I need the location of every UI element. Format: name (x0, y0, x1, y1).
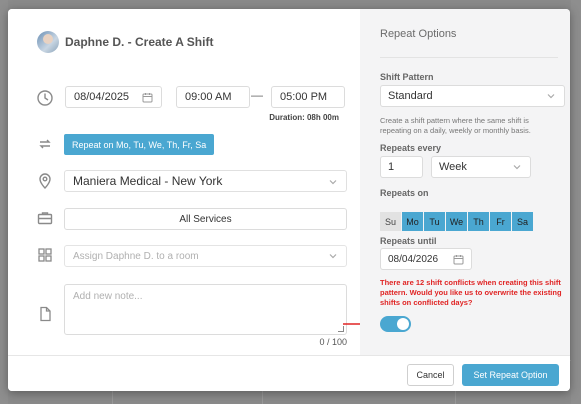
room-placeholder: Assign Daphne D. to a room (73, 250, 199, 262)
avatar (37, 31, 59, 53)
time-separator: — (251, 88, 263, 102)
day-toggle-tu[interactable]: Tu (424, 212, 445, 231)
file-icon (36, 305, 54, 323)
shift-pattern-value: Standard (388, 90, 433, 102)
shift-pattern-label: Shift Pattern (380, 72, 434, 82)
shift-form-panel: Daphne D. - Create A Shift 08/04/2025 09… (8, 9, 379, 355)
chevron-down-icon (512, 162, 522, 172)
repeats-every-unit-value: Week (439, 161, 467, 173)
day-toggle-mo[interactable]: Mo (402, 212, 423, 231)
chevron-down-icon (546, 91, 556, 101)
repeat-icon (36, 135, 54, 153)
chevron-down-icon (328, 176, 338, 186)
shift-pattern-help: Create a shift pattern where the same sh… (380, 116, 531, 135)
cancel-button[interactable]: Cancel (407, 364, 454, 386)
repeat-options-panel: Repeat Options Shift Pattern Standard Cr… (360, 9, 570, 355)
repeats-on-days: Su Mo Tu We Th Fr Sa (380, 212, 533, 231)
repeats-every-unit-select[interactable]: Week (431, 156, 531, 178)
end-time-value: 05:00 PM (280, 91, 328, 103)
repeats-on-label: Repeats on (380, 188, 429, 198)
shift-date-input[interactable]: 08/04/2025 (65, 86, 162, 108)
set-repeat-option-button[interactable]: Set Repeat Option (462, 364, 559, 386)
day-toggle-we[interactable]: We (446, 212, 467, 231)
background-right-edge (571, 0, 581, 404)
calendar-icon (142, 92, 153, 103)
clock-icon (36, 89, 54, 107)
divider (380, 57, 558, 58)
room-select[interactable]: Assign Daphne D. to a room (64, 245, 347, 267)
day-toggle-su[interactable]: Su (380, 212, 401, 231)
services-select[interactable]: All Services (64, 208, 347, 230)
duration-text: Duration: 08h 00m (269, 113, 339, 122)
briefcase-icon (36, 209, 54, 227)
repeats-until-value: 08/04/2026 (388, 253, 439, 265)
grid-icon (36, 246, 54, 264)
repeats-every-label: Repeats every (380, 143, 442, 153)
day-toggle-fr[interactable]: Fr (490, 212, 511, 231)
calendar-icon (453, 254, 464, 265)
repeats-every-input[interactable]: 1 (380, 156, 423, 178)
background-left-edge (0, 0, 8, 404)
repeats-every-value: 1 (388, 161, 395, 173)
create-shift-modal: Daphne D. - Create A Shift 08/04/2025 09… (8, 9, 570, 391)
location-select[interactable]: Maniera Medical - New York (64, 170, 347, 192)
note-textarea[interactable]: Add new note... (64, 284, 347, 335)
day-toggle-th[interactable]: Th (468, 212, 489, 231)
end-time-input[interactable]: 05:00 PM (271, 86, 345, 108)
repeat-options-title: Repeat Options (380, 28, 457, 40)
note-character-count: 0 / 100 (319, 337, 347, 347)
overwrite-toggle[interactable] (380, 316, 411, 332)
modal-footer: Cancel Set Repeat Option (8, 355, 570, 391)
start-time-value: 09:00 AM (185, 91, 232, 103)
start-time-input[interactable]: 09:00 AM (176, 86, 250, 108)
location-pin-icon (36, 172, 54, 190)
day-toggle-sa[interactable]: Sa (512, 212, 533, 231)
repeats-until-label: Repeats until (380, 236, 437, 246)
repeat-days-button[interactable]: Repeat on Mo, Tu, We, Th, Fr, Sa (64, 134, 215, 155)
note-placeholder: Add new note... (73, 291, 143, 302)
shift-date-value: 08/04/2025 (74, 91, 130, 103)
location-value: Maniera Medical - New York (73, 174, 223, 188)
repeats-until-input[interactable]: 08/04/2026 (380, 248, 472, 270)
conflict-warning: There are 12 shift conflicts when creati… (380, 278, 562, 307)
chevron-down-icon (328, 251, 338, 261)
modal-title: Daphne D. - Create A Shift (65, 35, 214, 49)
shift-pattern-select[interactable]: Standard (380, 85, 565, 107)
